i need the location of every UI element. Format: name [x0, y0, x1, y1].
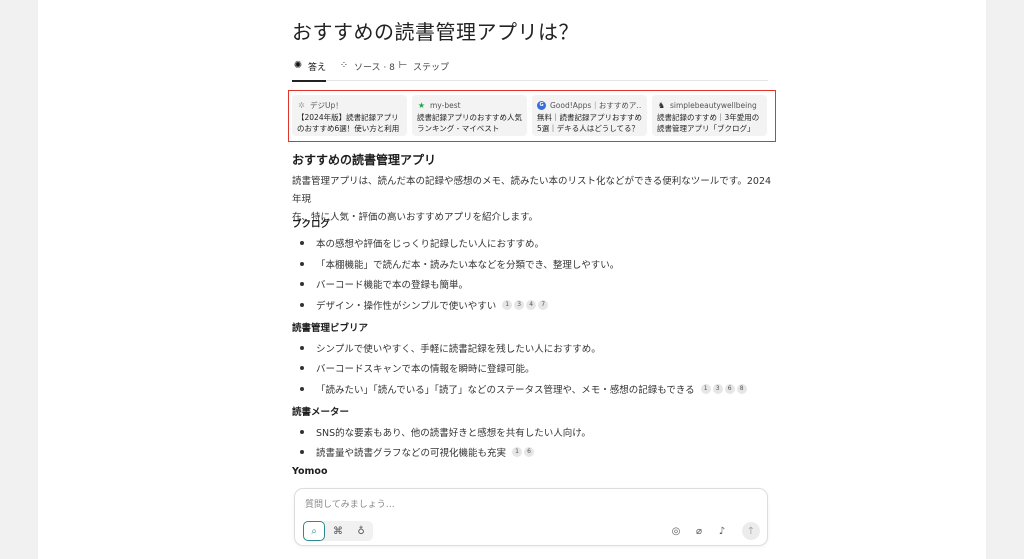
goodapps-icon: G	[537, 100, 546, 110]
page: おすすめの読書管理アプリは？ ✺ 答え ⁘ ソース · 8 ⊢ ステップ ✲ デ…	[38, 0, 986, 559]
question-title: おすすめの読書管理アプリは？	[292, 20, 579, 44]
list-item-text: 読書量や読書グラフなどの可視化機能も充実	[316, 448, 507, 459]
intro-line: 在、特に人気・評価の高いおすすめアプリを紹介します。	[292, 212, 539, 223]
app-name: ブクログ	[292, 219, 331, 230]
list-item-text: 本の感想や評価をじっくり記録したい人におすすめ。	[316, 239, 545, 250]
tab-steps-label: ステップ	[413, 62, 450, 73]
citation-badge[interactable]: 7	[538, 300, 549, 310]
citation-badge[interactable]: 6	[524, 447, 535, 457]
citation-badge[interactable]: 1	[700, 384, 711, 394]
tab-sources[interactable]: ⁘ ソース · 8	[338, 55, 395, 77]
app-name: Yomoo	[292, 466, 328, 477]
globe-icon: ◎	[671, 525, 681, 537]
citation-badge[interactable]: 8	[736, 384, 747, 394]
source-card[interactable]: ♞ simplebeautywellbeing 読書記録のすすめ｜3年愛用の読書…	[652, 95, 767, 136]
source-card[interactable]: G Good!Apps｜おすすめア… 無料｜読書記録アプリおすすめ5選｜デキる人…	[532, 95, 647, 136]
citation-badge[interactable]: 3	[712, 384, 723, 394]
citation-badge[interactable]: 6	[724, 384, 735, 394]
list-item-text: バーコード機能で本の登録も簡単。	[316, 280, 469, 291]
answer-heading: おすすめの読書管理アプリ	[292, 153, 437, 167]
tab-sources-label: ソース · 8	[354, 62, 395, 73]
research-mode-button[interactable]: ⌘	[327, 521, 349, 541]
list-item-text: デザイン・操作性がシンプルで使いやすい	[316, 301, 497, 312]
list-item: バーコードスキャンで本の情報を瞬時に登録可能。	[300, 361, 535, 375]
list-item-text: SNS的な要素もあり、他の読書好きと感想を共有したい人向け。	[316, 428, 591, 439]
source-card[interactable]: ★ my-best 読書記録アプリのおすすめ人気ランキング - マイベスト	[412, 95, 527, 136]
voice-button[interactable]: ♪	[714, 523, 730, 539]
list-item: 「本棚機能」で読んだ本・読みたい本などを分類でき、整理しやすい。	[300, 257, 619, 271]
source-title: 読書記録のすすめ｜3年愛用の読書管理アプリ「ブクログ」	[657, 113, 760, 133]
list-item-text: 「読みたい」「読んでいる」「読了」などのステータス管理や、メモ・感想の記録もでき…	[316, 385, 695, 396]
list-item: デザイン・操作性がシンプルで使いやすい 1 3 4 7	[300, 298, 549, 312]
list-item: 「読みたい」「読んでいる」「読了」などのステータス管理や、メモ・感想の記録もでき…	[300, 382, 747, 396]
source-card[interactable]: ✲ デジUp！ 【2024年版】読書記録アプリのおすすめ6選！使い方と利用シーン…	[292, 95, 407, 136]
arrow-up-icon: ↑	[746, 525, 756, 537]
citation-badge[interactable]: 4	[526, 300, 537, 310]
search-mode-button[interactable]: ⌕	[303, 521, 325, 541]
list-item: 読書量や読書グラフなどの可視化機能も充実 1 6	[300, 445, 535, 459]
citation-badge[interactable]: 1	[502, 300, 513, 310]
source-site: デジUp！	[310, 100, 343, 110]
question-input[interactable]	[305, 498, 745, 512]
citation-badge[interactable]: 1	[512, 447, 523, 457]
list-item-text: シンプルで使いやすく、手軽に読書記録を残したい人におすすめ。	[316, 344, 601, 355]
attach-button[interactable]: ⌀	[691, 523, 707, 539]
app-name: 読書メーター	[292, 407, 350, 418]
intro-line: 読書管理アプリは、読んだ本の記録や感想のメモ、読みたい本のリスト化などができる便…	[292, 176, 772, 205]
list-item: シンプルで使いやすく、手軽に読書記録を残したい人におすすめ。	[300, 341, 601, 355]
globe-button[interactable]: ◎	[668, 523, 684, 539]
sources-icon: ⁘	[339, 60, 349, 71]
source-site: my-best	[430, 100, 461, 110]
source-site: Good!Apps｜おすすめア…	[550, 100, 642, 110]
steps-icon: ⊢	[398, 60, 408, 71]
answer-intro: 読書管理アプリは、読んだ本の記録や感想のメモ、読みたい本のリスト化などができる便…	[292, 173, 772, 227]
source-title: 無料｜読書記録アプリおすすめ5選｜デキる人はどうしてる？	[537, 113, 642, 133]
app-name: 読書管理ビブリア	[292, 323, 369, 334]
paperclip-icon: ⌀	[695, 525, 703, 537]
grid-icon: ⌘	[333, 525, 343, 537]
answer-tabs: ✺ 答え ⁘ ソース · 8 ⊢ ステップ	[292, 55, 768, 82]
composer: ⌕ ⌘ ♁ ◎ ⌀ ♪ ↑	[294, 488, 768, 546]
list-item: SNS的な要素もあり、他の読書好きと感想を共有したい人向け。	[300, 425, 591, 439]
tab-answer-label: 答え	[308, 62, 327, 73]
reasoning-mode-button[interactable]: ♁	[350, 521, 372, 541]
tab-answer[interactable]: ✺ 答え	[292, 55, 327, 82]
source-title: 読書記録アプリのおすすめ人気ランキング - マイベスト	[417, 113, 522, 133]
logo-icon: ♞	[657, 100, 666, 110]
lightbulb-icon: ♁	[357, 525, 365, 537]
send-button[interactable]: ↑	[742, 522, 760, 540]
star-icon: ★	[417, 100, 426, 110]
list-item: 本の感想や評価をじっくり記録したい人におすすめ。	[300, 236, 544, 250]
microphone-icon: ♪	[718, 525, 726, 537]
source-site: simplebeautywellbeing	[670, 100, 757, 110]
source-title: 【2024年版】読書記録アプリのおすすめ6選！使い方と利用シーン…	[297, 113, 400, 133]
answer-icon: ✺	[293, 60, 303, 71]
list-item: バーコード機能で本の登録も簡単。	[300, 277, 468, 291]
sources-highlight: ✲ デジUp！ 【2024年版】読書記録アプリのおすすめ6選！使い方と利用シーン…	[288, 90, 776, 142]
citation-badge[interactable]: 3	[514, 300, 525, 310]
tab-steps[interactable]: ⊢ ステップ	[397, 55, 449, 77]
list-item-text: 「本棚機能」で読んだ本・読みたい本などを分類でき、整理しやすい。	[316, 260, 620, 271]
search-icon: ⌕	[311, 525, 317, 537]
list-item-text: バーコードスキャンで本の情報を瞬時に登録可能。	[316, 364, 535, 375]
gear-icon: ✲	[298, 100, 305, 110]
search-mode-group: ⌕ ⌘ ♁	[303, 521, 373, 541]
